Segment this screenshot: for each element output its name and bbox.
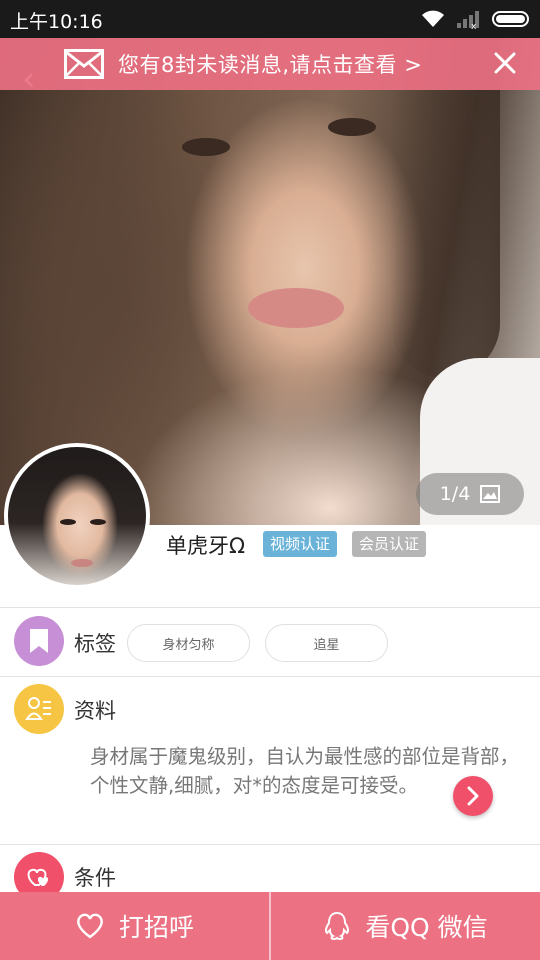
tag-chip[interactable]: 追星 (265, 624, 388, 662)
svg-text:x: x (471, 22, 477, 29)
photo-lips (248, 288, 344, 328)
close-icon[interactable] (492, 50, 518, 76)
banner-text: 您有8封未读消息,请点击查看 > (118, 53, 423, 77)
divider (0, 607, 540, 608)
divider (0, 844, 540, 845)
gallery-icon (480, 485, 501, 503)
chevron-right-icon (467, 786, 479, 806)
unread-message-banner[interactable]: 您有8封未读消息,请点击查看 > (0, 38, 540, 90)
qq-penguin-icon (325, 911, 350, 941)
bottom-action-bar: 打招呼 看QQ 微信 (0, 892, 540, 960)
contact-label: 看QQ 微信 (365, 913, 488, 942)
bookmark-icon (14, 616, 64, 666)
info-title: 资料 (74, 699, 116, 723)
signal-icon: x (457, 11, 479, 29)
expand-bio-button[interactable] (453, 776, 493, 816)
photo-counter[interactable]: 1/4 (416, 473, 524, 515)
tags-title: 标签 (74, 632, 116, 656)
battery-icon (492, 11, 529, 27)
video-verified-badge: 视频认证 (263, 531, 338, 557)
avatar[interactable] (4, 443, 150, 589)
greet-label: 打招呼 (118, 913, 194, 942)
member-verified-badge: 会员认证 (352, 531, 427, 557)
status-time: 上午10:16 (10, 11, 103, 33)
greet-button[interactable]: 打招呼 (0, 892, 269, 960)
photo-counter-text: 1/4 (439, 483, 471, 505)
wifi-icon (422, 10, 444, 27)
conditions-title: 条件 (74, 866, 116, 890)
profile-name: 单虎牙Ω (166, 534, 246, 558)
profile-card-icon (14, 684, 64, 734)
tag-chip[interactable]: 身材匀称 (127, 624, 250, 662)
envelope-icon (64, 49, 104, 79)
status-icons: x (420, 8, 532, 30)
photo-eye (328, 118, 376, 136)
heart-icon (77, 913, 103, 939)
view-contact-button[interactable]: 看QQ 微信 (271, 892, 540, 960)
photo-eye (182, 138, 230, 156)
status-bar: 上午10:16 x (0, 0, 540, 38)
divider (0, 676, 540, 677)
